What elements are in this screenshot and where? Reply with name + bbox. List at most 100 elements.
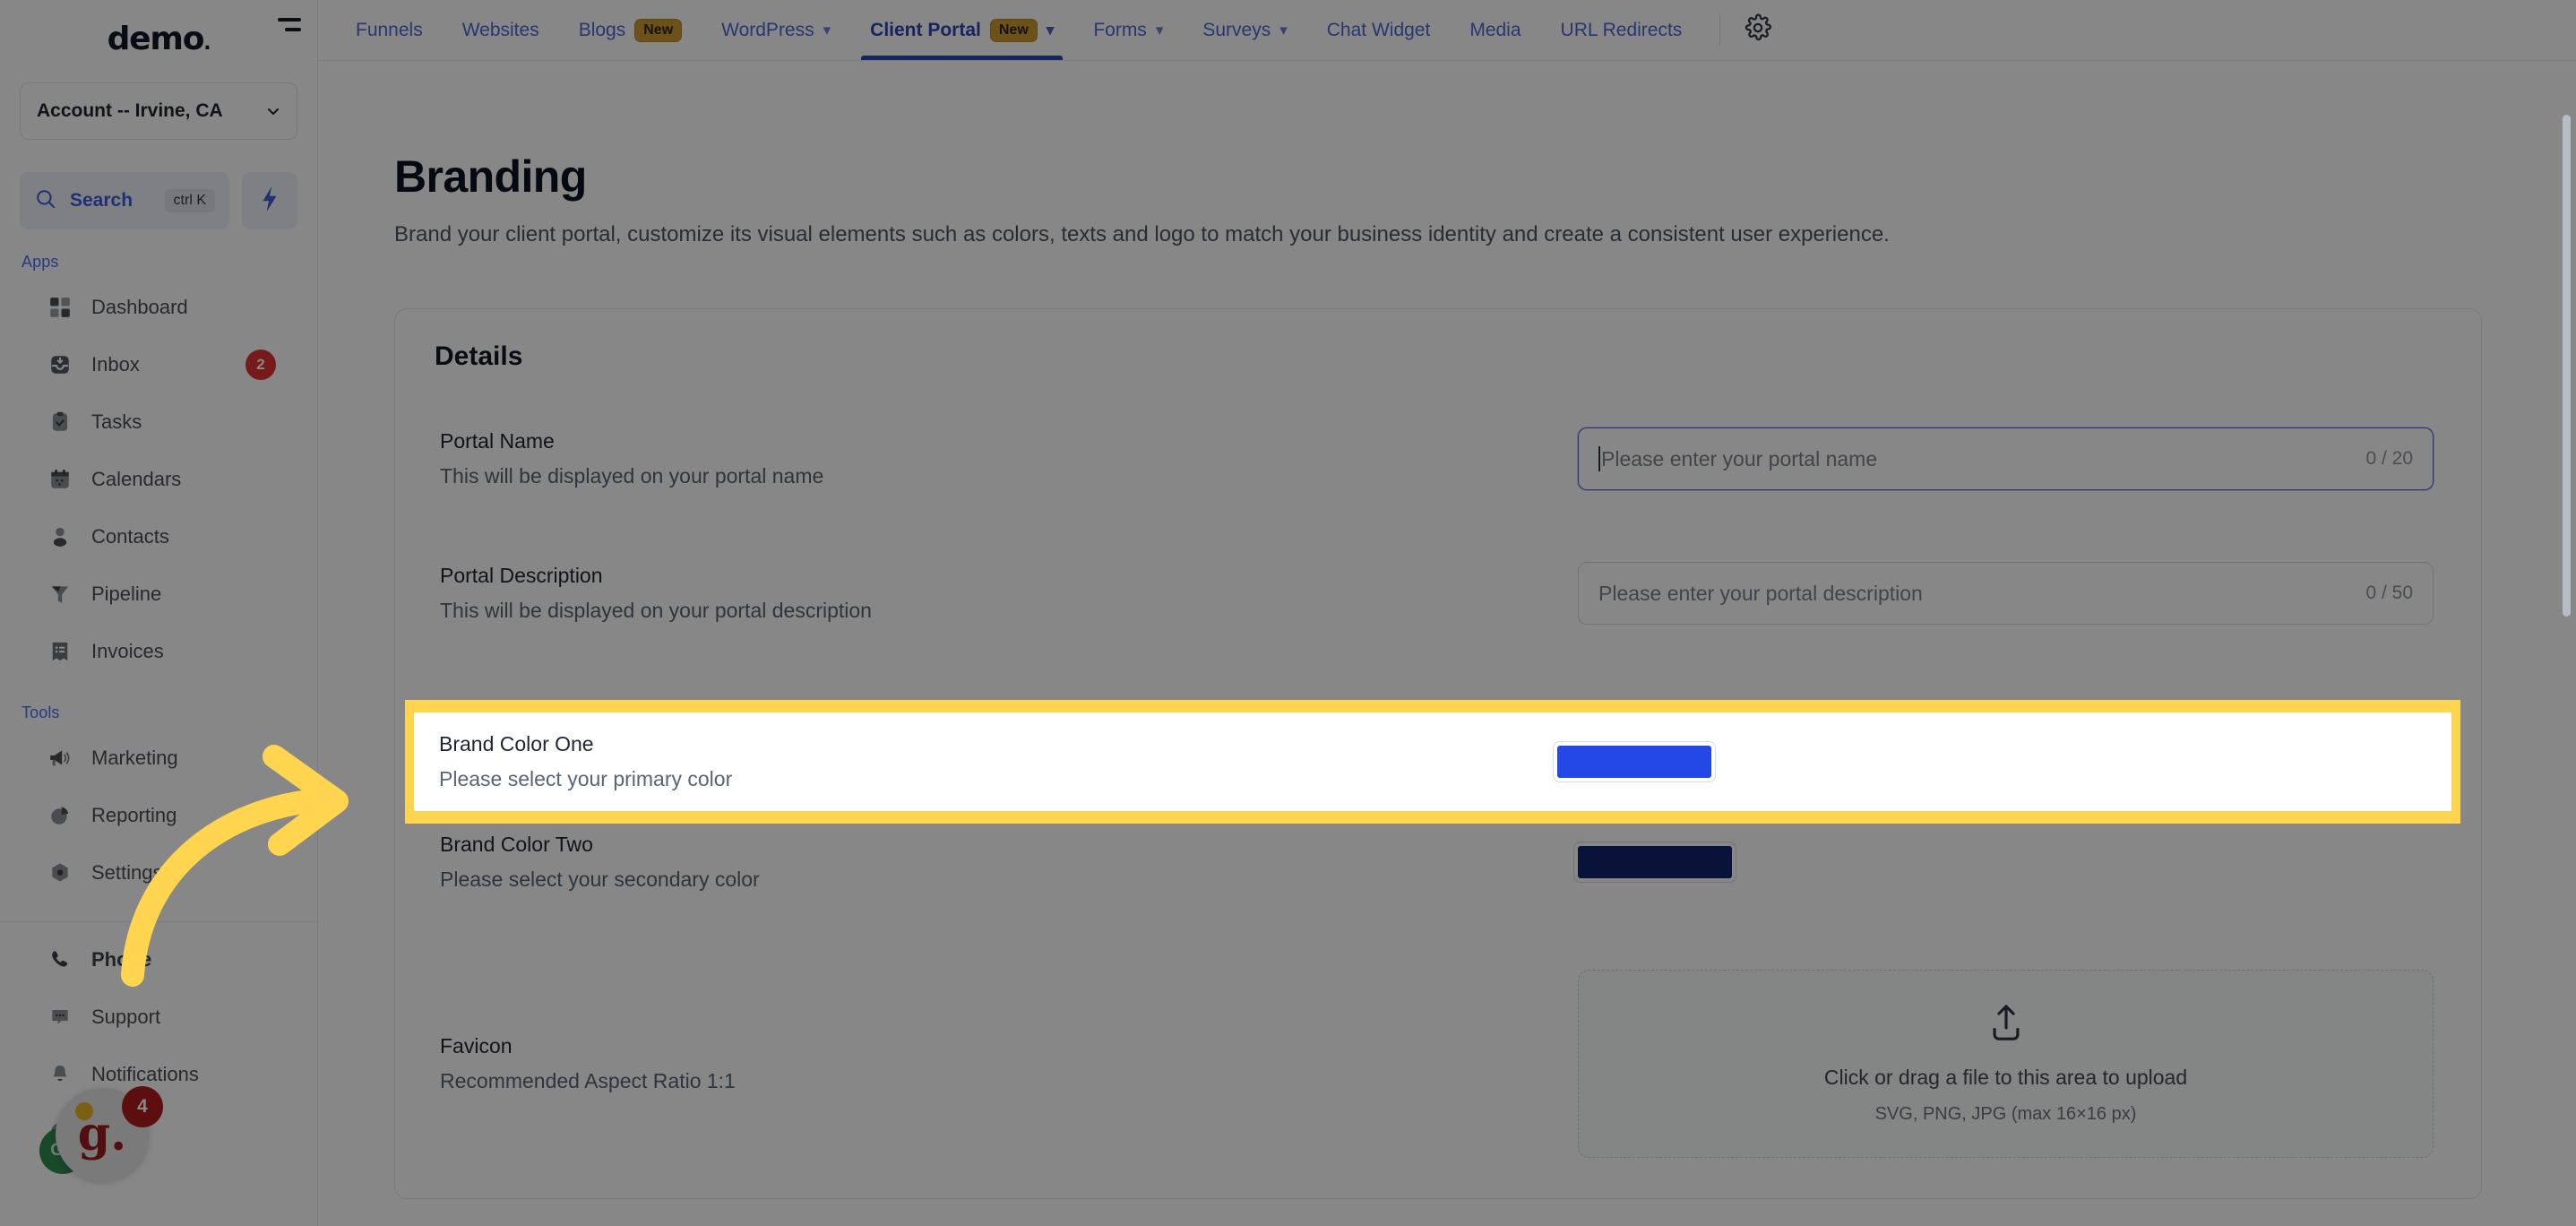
sidebar-item-label: Inbox [91,353,140,376]
field-label: Portal Description [440,564,603,587]
field-label: Brand Color Two [440,833,593,856]
tab-label: Websites [461,19,539,40]
calendar-icon [47,466,73,493]
field-description: Recommended Aspect Ratio 1:1 [440,1069,736,1092]
sidebar-item-marketing[interactable]: Marketing [0,730,317,787]
sidebar-item-invoices[interactable]: Invoices [0,623,317,680]
tab-wordpress[interactable]: WordPress ▾ [702,0,850,60]
chevron-down-icon: ▾ [1046,21,1055,39]
tab-url-redirects[interactable]: URL Redirects [1541,0,1702,60]
portal-name-input[interactable]: Please enter your portal name 0 / 20 [1578,427,2434,490]
brand-wordmark: demo [107,20,205,57]
field-row-portal-description: Portal Description This will be displaye… [435,526,2442,660]
sidebar-item-label: Notifications [91,1063,199,1085]
page-header: Branding Brand your client portal, custo… [318,61,2576,247]
sidebar-item-phone[interactable]: Phone [0,931,317,989]
sidebar-item-label: Phone [91,948,152,971]
sidebar-item-label: Marketing [91,747,178,769]
sidebar-item-label: Reporting [91,804,177,826]
sidebar-item-tasks[interactable]: Tasks [0,393,317,451]
character-counter: 0 / 20 [2365,448,2413,469]
brand-color-one-swatch[interactable] [1557,746,1711,778]
sidebar-item-label: Contacts [91,525,169,548]
sidebar-item-contacts[interactable]: Contacts [0,508,317,566]
field-label: Favicon [440,1034,513,1058]
sidebar-item-label: Support [91,1006,161,1028]
overlay-g-logo-badge: 4 [122,1086,163,1127]
sidebar-item-dashboard[interactable]: Dashboard [0,279,317,336]
main-content: Branding Brand your client portal, custo… [318,61,2576,1226]
tab-label: Chat Widget [1326,19,1431,40]
account-selector[interactable]: Account -- Irvine, CA [20,82,297,140]
hamburger-menu-icon[interactable] [278,18,305,41]
brand-logo: demo. [0,0,317,77]
chevron-down-icon: ▾ [1155,21,1164,39]
tab-media[interactable]: Media [1450,0,1540,60]
favicon-upload-dropzone[interactable]: Click or drag a file to this area to upl… [1578,970,2434,1158]
field-row-favicon: Favicon Recommended Aspect Ratio 1:1 Cli… [435,929,2442,1198]
nav-separator [1719,14,1721,46]
sidebar-section-apps-label: Apps [22,253,59,271]
sidebar-item-support[interactable]: Support [0,989,317,1046]
search-label: Search [70,190,134,211]
lightning-bolt-icon [258,186,281,217]
tab-label: Blogs [578,19,626,40]
highlight-brand-color-one: Brand Color One Please select your prima… [405,700,2460,824]
tab-client-portal[interactable]: Client Portal New ▾ [850,0,1073,60]
account-selector-label: Account -- Irvine, CA [37,100,223,121]
pie-chart-icon [47,802,73,829]
tab-surveys[interactable]: Surveys ▾ [1183,0,1306,60]
tab-chat-widget[interactable]: Chat Widget [1307,0,1451,60]
quick-action-button[interactable] [242,172,297,229]
tab-label: WordPress [721,19,814,40]
tab-label: Media [1469,19,1521,40]
search-shortcut-badge: ctrl K [164,189,215,212]
phone-icon [47,946,73,973]
vertical-scrollbar[interactable] [2563,115,2571,617]
sidebar-item-label: Dashboard [91,296,188,318]
sidebar-item-label: Settings [91,861,163,884]
input-placeholder: Please enter your portal name [1601,446,1878,471]
portal-description-input[interactable]: Please enter your portal description 0 /… [1578,562,2434,625]
app-root: demo. Account -- Irvine, CA Search ctrl … [0,0,2576,1226]
user-icon [47,523,73,550]
tab-label: Funnels [356,19,423,40]
clipboard-check-icon [47,409,73,436]
character-counter: 0 / 50 [2365,583,2413,603]
tab-websites[interactable]: Websites [443,0,559,60]
invoice-list-icon [47,638,73,665]
sidebar-item-reporting[interactable]: Reporting [0,787,317,844]
field-description: Please select your primary color [439,767,733,790]
sidebar-item-calendars[interactable]: Calendars [0,451,317,508]
input-placeholder: Please enter your portal description [1598,581,1923,605]
chevron-down-icon: ▾ [1279,21,1288,39]
tab-label: Surveys [1202,19,1271,40]
tab-blogs[interactable]: Blogs New [559,0,702,60]
search-input[interactable]: Search ctrl K [20,172,229,229]
details-card-title: Details [435,341,523,371]
sidebar: demo. Account -- Irvine, CA Search ctrl … [0,0,318,1226]
field-description: This will be displayed on your portal na… [440,464,824,488]
sidebar-section-tools-label: Tools [22,704,60,721]
tab-forms[interactable]: Forms ▾ [1073,0,1183,60]
sidebar-item-inbox[interactable]: Inbox 2 [0,336,317,393]
tab-funnels[interactable]: Funnels [336,0,443,60]
settings-button[interactable] [1738,0,1778,60]
chevron-down-icon: ▾ [823,21,831,39]
megaphone-icon [47,745,73,772]
chevron-down-icon [266,104,280,118]
notification-dot-icon [75,1102,93,1120]
grid-dashboard-icon [47,294,73,321]
field-row-portal-name: Portal Name This will be displayed on yo… [435,392,2442,526]
upload-primary-text: Click or drag a file to this area to upl… [1823,1065,2188,1089]
field-label: Brand Color One [439,732,594,755]
gear-hex-icon [47,859,73,886]
upload-secondary-text: SVG, PNG, JPG (max 16×16 px) [1874,1103,2137,1124]
brand-color-two-swatch[interactable] [1578,846,1732,878]
sidebar-item-label: Calendars [91,468,182,490]
page-title: Branding [394,151,587,202]
tab-label: Forms [1093,19,1147,40]
sidebar-item-settings[interactable]: Settings [0,844,317,902]
sidebar-item-pipeline[interactable]: Pipeline [0,566,317,623]
search-icon [34,187,57,215]
